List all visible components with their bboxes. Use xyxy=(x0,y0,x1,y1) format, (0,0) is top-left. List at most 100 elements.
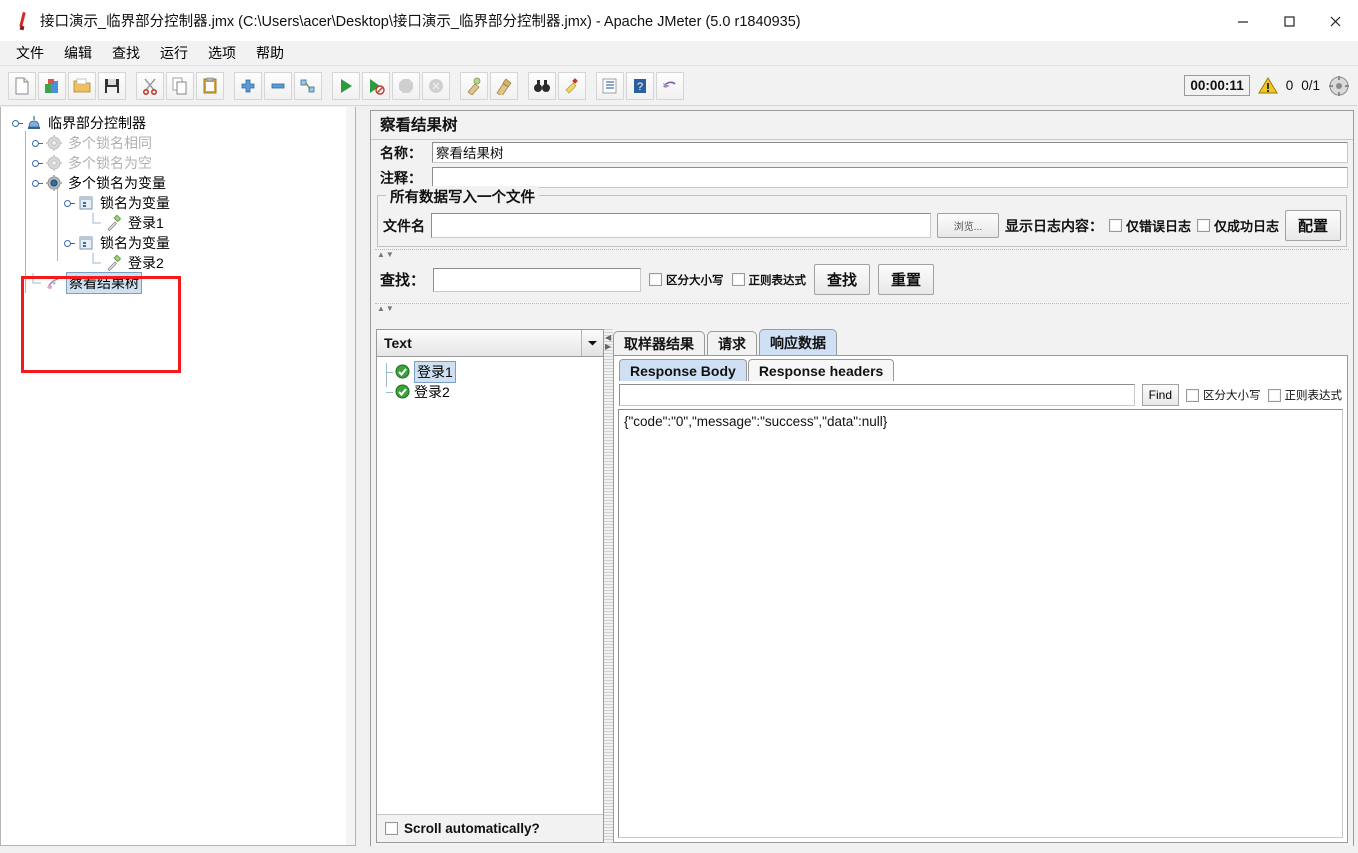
menu-help[interactable]: 帮助 xyxy=(247,41,293,65)
save-disk-icon[interactable] xyxy=(98,71,126,100)
horizontal-split-divider-2[interactable]: ▲▼ xyxy=(375,303,1349,313)
comment-input[interactable] xyxy=(432,167,1348,188)
success-only-checkbox-box[interactable] xyxy=(1196,219,1210,232)
result-item-login-2[interactable]: 登录2 xyxy=(377,382,603,402)
result-item-login-1[interactable]: 登录1 xyxy=(377,361,603,383)
menu-run[interactable]: 运行 xyxy=(151,41,197,65)
split-arrows-icon[interactable]: ▲▼ xyxy=(377,304,395,313)
tab-response-data[interactable]: 响应数据 xyxy=(759,329,837,355)
scissors-icon[interactable] xyxy=(136,71,164,100)
search-regex-checkbox[interactable]: 正则表达式 xyxy=(731,272,807,288)
templates-icon[interactable] xyxy=(38,71,66,100)
window-title: 接口演示_临界部分控制器.jmx (C:\Users\acer\Desktop\… xyxy=(40,14,801,30)
search-regex-box[interactable] xyxy=(731,273,745,286)
copy-icon[interactable] xyxy=(166,71,194,100)
expand-handle-icon[interactable] xyxy=(61,233,77,253)
minimize-button[interactable] xyxy=(1220,0,1266,41)
browse-button[interactable]: 浏览... xyxy=(936,213,999,238)
search-input[interactable] xyxy=(433,267,642,292)
split-arrows-icon[interactable]: ◀ ▶ xyxy=(605,333,611,351)
response-data-tab-body: Response Body Response headers Find 区分大小… xyxy=(613,355,1348,843)
success-check-icon xyxy=(395,364,411,380)
tree-node-lock-name-variable-1[interactable]: 锁名为变量 xyxy=(5,193,355,213)
tree-node-same-lock-names[interactable]: 多个锁名相同 xyxy=(5,133,355,153)
errors-only-checkbox[interactable]: 仅错误日志 xyxy=(1108,216,1191,235)
renderer-dropdown[interactable]: Text xyxy=(377,330,603,357)
response-regex-box[interactable] xyxy=(1267,388,1281,402)
tree-node-view-results-tree[interactable]: 察看结果树 xyxy=(5,272,355,294)
menu-options[interactable]: 选项 xyxy=(199,41,245,65)
clear-broom-icon[interactable] xyxy=(460,71,488,100)
subtab-response-body[interactable]: Response Body xyxy=(619,359,747,381)
tab-request[interactable]: 请求 xyxy=(707,331,757,355)
response-case-sensitive-box[interactable] xyxy=(1186,388,1199,402)
tree-node-variable-lock-names[interactable]: 多个锁名为变量 xyxy=(5,173,355,193)
maximize-button[interactable] xyxy=(1266,0,1312,41)
test-plan-tree-panel[interactable]: 临界部分控制器 多个锁名相同 多个锁名为空 多个锁名为变量 锁名为变量 登录1 … xyxy=(0,107,356,846)
response-case-sensitive-checkbox[interactable]: 区分大小写 xyxy=(1186,387,1261,403)
subtab-response-headers[interactable]: Response headers xyxy=(747,359,895,381)
toggle-icon[interactable] xyxy=(294,71,322,100)
menu-edit[interactable]: 编辑 xyxy=(55,41,101,65)
response-find-button[interactable]: Find xyxy=(1141,384,1179,406)
response-body-text[interactable]: {"code":"0","message":"success","data":n… xyxy=(618,409,1343,838)
controller-icon xyxy=(77,194,97,212)
scroll-automatically-box[interactable] xyxy=(385,822,398,835)
result-tabs: 取样器结果 请求 响应数据 xyxy=(613,329,1348,355)
configure-button[interactable]: 配置 xyxy=(1284,210,1341,241)
tree-node-empty-lock-names[interactable]: 多个锁名为空 xyxy=(5,153,355,173)
expand-handle-icon[interactable] xyxy=(9,113,25,133)
results-list-pane: Text 登录1 登录2 Scroll automatically? xyxy=(376,329,604,843)
search-case-sensitive-box[interactable] xyxy=(649,273,663,286)
plus-icon[interactable] xyxy=(234,71,262,100)
expand-handle-icon[interactable] xyxy=(29,153,45,173)
vertical-split-divider[interactable]: ◀ ▶ xyxy=(604,329,613,843)
filename-input[interactable] xyxy=(431,213,931,238)
sampler-icon xyxy=(105,254,125,272)
help-book-icon[interactable]: ? xyxy=(626,71,654,100)
search-case-sensitive-checkbox[interactable]: 区分大小写 xyxy=(649,272,724,288)
clipboard-paste-icon[interactable] xyxy=(196,71,224,100)
chevron-down-icon[interactable] xyxy=(581,330,603,356)
expand-handle-icon[interactable] xyxy=(61,193,77,213)
expand-handle-icon[interactable] xyxy=(29,173,45,193)
play-green-icon[interactable] xyxy=(332,71,360,100)
tree-node-lock-name-variable-2[interactable]: 锁名为变量 xyxy=(5,233,355,253)
tree-node-critical-section-controller[interactable]: 临界部分控制器 xyxy=(5,113,355,133)
tree-node-login-1[interactable]: 登录1 xyxy=(5,213,355,233)
gear-gray-icon xyxy=(45,134,65,152)
gear-blue-icon xyxy=(45,174,65,192)
reset-search-icon[interactable] xyxy=(558,71,586,100)
open-folder-icon[interactable] xyxy=(68,71,96,100)
controller-icon xyxy=(77,234,97,252)
search-row: 查找： 区分大小写 正则表达式 查找 重置 xyxy=(371,258,1353,301)
errors-only-checkbox-box[interactable] xyxy=(1108,219,1122,232)
search-reset-button[interactable]: 重置 xyxy=(878,264,935,295)
horizontal-split-divider-1[interactable]: ▲▼ xyxy=(375,249,1349,259)
response-find-input[interactable] xyxy=(619,384,1135,406)
clear-all-broom-icon[interactable] xyxy=(490,71,518,100)
play-no-pause-icon[interactable] xyxy=(362,71,390,100)
test-plan-tree[interactable]: 临界部分控制器 多个锁名相同 多个锁名为空 多个锁名为变量 锁名为变量 登录1 … xyxy=(1,107,355,294)
new-document-icon[interactable] xyxy=(8,71,36,100)
menu-file[interactable]: 文件 xyxy=(7,41,53,65)
split-arrows-icon[interactable]: ▲▼ xyxy=(377,250,395,259)
tab-sampler-result[interactable]: 取样器结果 xyxy=(613,331,705,355)
function-list-icon[interactable] xyxy=(596,71,624,100)
search-submit-button[interactable]: 查找 xyxy=(814,264,871,295)
response-regex-checkbox[interactable]: 正则表达式 xyxy=(1267,387,1342,403)
minus-icon[interactable] xyxy=(264,71,292,100)
undo-icon[interactable] xyxy=(656,71,684,100)
search-regex-label: 正则表达式 xyxy=(748,274,807,287)
scroll-automatically-checkbox[interactable]: Scroll automatically? xyxy=(377,814,603,842)
tree-node-login-2[interactable]: 登录2 xyxy=(5,253,355,273)
close-button[interactable] xyxy=(1312,0,1358,41)
results-tree[interactable]: 登录1 登录2 xyxy=(377,357,603,814)
name-input[interactable]: 察看结果树 xyxy=(432,142,1348,163)
activity-circle-icon xyxy=(1329,75,1349,96)
menu-search[interactable]: 查找 xyxy=(103,41,149,65)
binoculars-icon[interactable] xyxy=(528,71,556,100)
success-only-checkbox[interactable]: 仅成功日志 xyxy=(1196,216,1279,235)
expand-handle-icon[interactable] xyxy=(29,133,45,153)
success-only-label: 仅成功日志 xyxy=(1213,219,1279,234)
